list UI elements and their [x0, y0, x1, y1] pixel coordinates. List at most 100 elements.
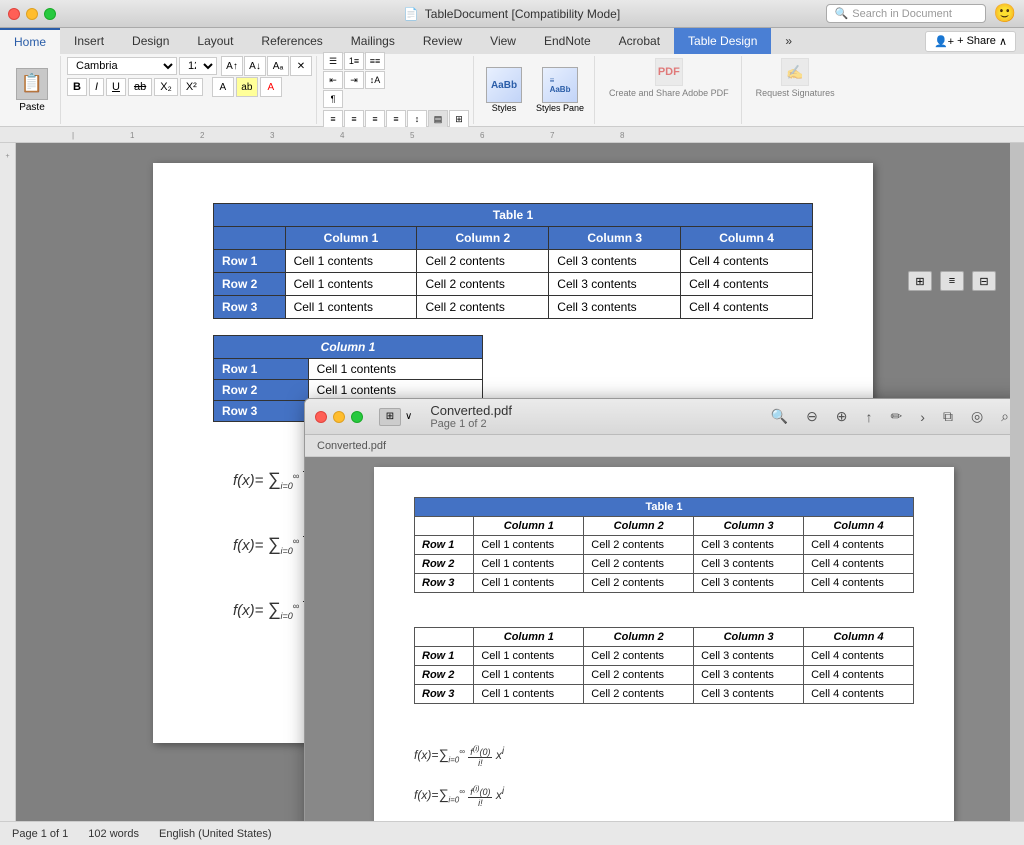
font-size-select[interactable]: 12	[179, 57, 217, 75]
pdf-filename: Converted.pdf	[430, 403, 512, 418]
bullets-button[interactable]: ☰	[323, 52, 343, 70]
pdf-row-3: Row 3	[415, 574, 474, 593]
pdf-zoom-in-button[interactable]: ⊕	[832, 406, 852, 427]
ruler-mark-3: 3	[270, 131, 274, 140]
increase-font-btn[interactable]: A↑	[221, 56, 243, 76]
cell-3-2: Cell 2 contents	[417, 296, 549, 319]
line-spacing-button[interactable]: ↕	[407, 110, 427, 128]
table-row: Row 2 Cell 1 contents Cell 2 contents Ce…	[415, 666, 914, 685]
font-color-btn[interactable]: A	[260, 77, 282, 97]
pdf-close-button[interactable]	[315, 411, 327, 423]
tab-view[interactable]: View	[476, 28, 530, 54]
tab-mailings[interactable]: Mailings	[337, 28, 409, 54]
tab-review[interactable]: Review	[409, 28, 476, 54]
pdf-table-1-title: Table 1	[415, 498, 914, 517]
chevron-down-icon[interactable]: ∨	[405, 411, 412, 422]
search-bar[interactable]: 🔍 Search in Document	[826, 4, 986, 23]
tab-table-design[interactable]: Table Design	[674, 28, 771, 54]
numbering-button[interactable]: 1≡	[344, 52, 364, 70]
pdf-maximize-button[interactable]	[351, 411, 363, 423]
pdf-content[interactable]: Table 1 Column 1 Column 2 Column 3 Colum…	[305, 457, 1010, 821]
share-button[interactable]: 👤+ + Share ∧	[925, 31, 1016, 52]
pdf-grid-view-button[interactable]: ⊞	[379, 408, 401, 426]
superscript-button[interactable]: X²	[180, 78, 203, 96]
tab-layout[interactable]: Layout	[183, 28, 247, 54]
decrease-font-btn[interactable]: A↓	[244, 56, 266, 76]
cell-2-2: Cell 2 contents	[417, 273, 549, 296]
align-center-button[interactable]: ≡	[344, 110, 364, 128]
paste-button[interactable]: 📋 Paste	[8, 64, 56, 117]
increase-indent-button[interactable]: ⇥	[344, 71, 364, 89]
multilevel-list-button[interactable]: ≡≡	[365, 52, 385, 70]
pdf-t2-col-1: Column 1	[474, 628, 584, 647]
grid-view-button[interactable]: ⊞	[908, 271, 932, 291]
tab-references[interactable]: References	[247, 28, 336, 54]
create-share-pdf-button[interactable]: PDF Create and Share Adobe PDF	[601, 56, 737, 100]
align-right-button[interactable]: ≡	[365, 110, 385, 128]
pdf-minimize-button[interactable]	[333, 411, 345, 423]
clear-format-btn[interactable]: ✕	[290, 56, 312, 76]
pdf-bookmark-button[interactable]: ◎	[967, 406, 987, 427]
ruler-mark-8: 8	[620, 131, 624, 140]
pdf-duplicate-button[interactable]: ⧉	[939, 406, 957, 427]
add-person-icon: 👤+	[934, 35, 954, 48]
show-formatting-button[interactable]: ¶	[323, 90, 343, 108]
pdf-cell-2-4: Cell 4 contents	[804, 555, 914, 574]
strikethrough-button[interactable]: ab	[128, 78, 152, 96]
tab-insert[interactable]: Insert	[60, 28, 118, 54]
styles-button[interactable]: AaBb Styles	[480, 65, 528, 115]
document-area[interactable]: ⊞ ≡ ⊟ Table 1 Column 1 Column 2 Column 3…	[16, 143, 1010, 821]
main-area: + ⊞ ≡ ⊟ Table 1 Column 1 Column 2	[0, 143, 1024, 821]
tab-design[interactable]: Design	[118, 28, 183, 54]
cell-3-4: Cell 4 contents	[681, 296, 813, 319]
shading-button[interactable]: ▤	[428, 110, 448, 128]
paste-icon: 📋	[16, 68, 48, 100]
tab-endnote[interactable]: EndNote	[530, 28, 605, 54]
table-row: Row 2 Cell 1 contents Cell 2 contents Ce…	[214, 273, 813, 296]
styles-pane-button[interactable]: ≡AaBb Styles Pane	[530, 65, 590, 115]
underline-button[interactable]: U	[106, 78, 126, 96]
text-highlight-btn[interactable]: ab	[236, 77, 258, 97]
ruler-mark-4: 4	[340, 131, 344, 140]
pdf-zoom-out-button[interactable]: ⊖	[802, 406, 822, 427]
decrease-indent-button[interactable]: ⇤	[323, 71, 343, 89]
col-header-1: Column 1	[285, 227, 417, 250]
sort-button[interactable]: ↕A	[365, 71, 385, 89]
subscript-button[interactable]: X₂	[154, 78, 178, 96]
bold-button[interactable]: B	[67, 78, 87, 96]
pdf-t2-col-3: Column 3	[694, 628, 804, 647]
pdf-find-button[interactable]: ⌕	[997, 406, 1010, 427]
request-signatures-button[interactable]: ✍ Request Signatures	[748, 56, 843, 100]
emoji-button[interactable]: 🙂	[994, 3, 1016, 24]
pdf-col-1: Column 1	[474, 517, 584, 536]
ruler-mark-6: 6	[480, 131, 484, 140]
borders-button[interactable]: ⊞	[449, 110, 469, 128]
tab-more[interactable]: »	[771, 28, 806, 54]
text-effects-btn[interactable]: A	[212, 77, 234, 97]
pdf-share-button[interactable]: ↑	[862, 407, 877, 427]
pdf-cell-3-1: Cell 1 contents	[474, 574, 584, 593]
change-case-btn[interactable]: Aₐ	[267, 56, 289, 76]
pdf-row-2: Row 2	[415, 555, 474, 574]
font-name-select[interactable]: Cambria	[67, 57, 177, 75]
pdf-t2-col-2: Column 2	[584, 628, 694, 647]
ribbon-tab-bar: Home Insert Design Layout References Mai…	[0, 28, 1024, 54]
tab-home[interactable]: Home	[0, 28, 60, 54]
tab-acrobat[interactable]: Acrobat	[605, 28, 674, 54]
ruler-mark-2: 2	[200, 131, 204, 140]
italic-button[interactable]: I	[89, 78, 104, 96]
pdf-t2-row-3: Row 3	[415, 685, 474, 704]
close-button[interactable]	[8, 8, 20, 20]
maximize-button[interactable]	[44, 8, 56, 20]
align-left-button[interactable]: ≡	[323, 110, 343, 128]
pdf-search-button[interactable]: 🔍	[767, 406, 792, 427]
cell-1-2: Cell 2 contents	[417, 250, 549, 273]
pdf-annotate-button[interactable]: ✏	[887, 406, 907, 427]
styles-icon: AaBb	[486, 67, 522, 103]
sidebar-view-button[interactable]: ⊟	[972, 271, 996, 291]
window-title: 📄 TableDocument [Compatibility Mode]	[404, 7, 620, 21]
list-view-button[interactable]: ≡	[940, 271, 964, 291]
justify-button[interactable]: ≡	[386, 110, 406, 128]
pdf-more-button[interactable]: ›	[916, 407, 929, 427]
minimize-button[interactable]	[26, 8, 38, 20]
